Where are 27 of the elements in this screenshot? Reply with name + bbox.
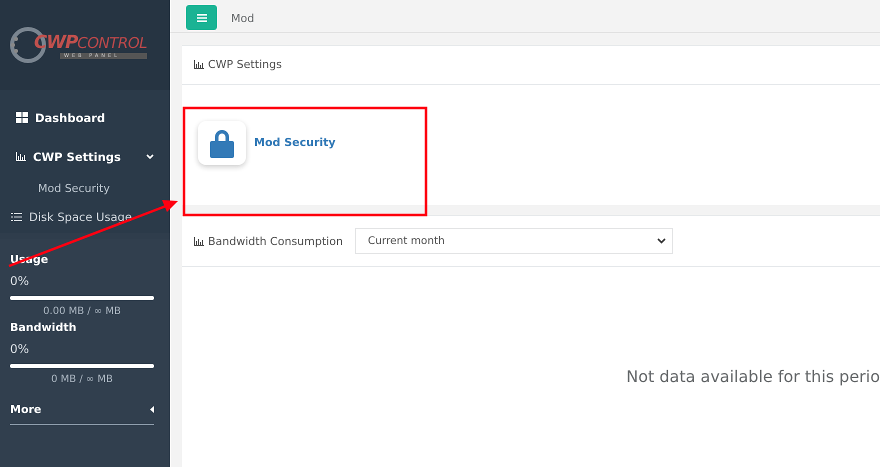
tile-icon[interactable] xyxy=(198,120,246,165)
lock-icon xyxy=(210,128,234,158)
panel-title: CWP Settings xyxy=(194,58,282,72)
chart-icon xyxy=(16,152,26,161)
panel-title: Bandwidth Consumption xyxy=(194,234,343,248)
submenu-item[interactable]: Mod Security xyxy=(0,176,170,201)
stat-percent: 0% xyxy=(10,342,30,356)
caret-icon xyxy=(150,406,154,413)
menu-icon xyxy=(196,14,206,22)
tile-link[interactable]: Mod Security xyxy=(254,136,336,150)
menu-item[interactable]: Dashboard xyxy=(0,98,170,137)
empty-message: Not data available for this perio xyxy=(626,367,880,386)
chart-icon xyxy=(194,60,204,70)
menu-item[interactable]: CWP Settings xyxy=(0,137,170,176)
dashboard-icon xyxy=(16,112,28,123)
stat-percent: 0% xyxy=(10,274,30,288)
chart-icon xyxy=(194,236,204,246)
chevron-icon xyxy=(146,154,154,160)
stat-reading: 0 MB / ∞ MB xyxy=(50,374,114,385)
stat-title: Bandwidth xyxy=(10,321,78,334)
menu-button[interactable] xyxy=(186,5,217,30)
chevron-icon xyxy=(656,238,666,244)
period-select[interactable]: Current month xyxy=(354,228,673,254)
more-toggle[interactable]: More xyxy=(10,395,154,425)
list-icon xyxy=(11,212,22,222)
stat-reading: 0.00 MB / ∞ MB xyxy=(42,306,122,317)
breadcrumb: Mod xyxy=(231,12,254,25)
